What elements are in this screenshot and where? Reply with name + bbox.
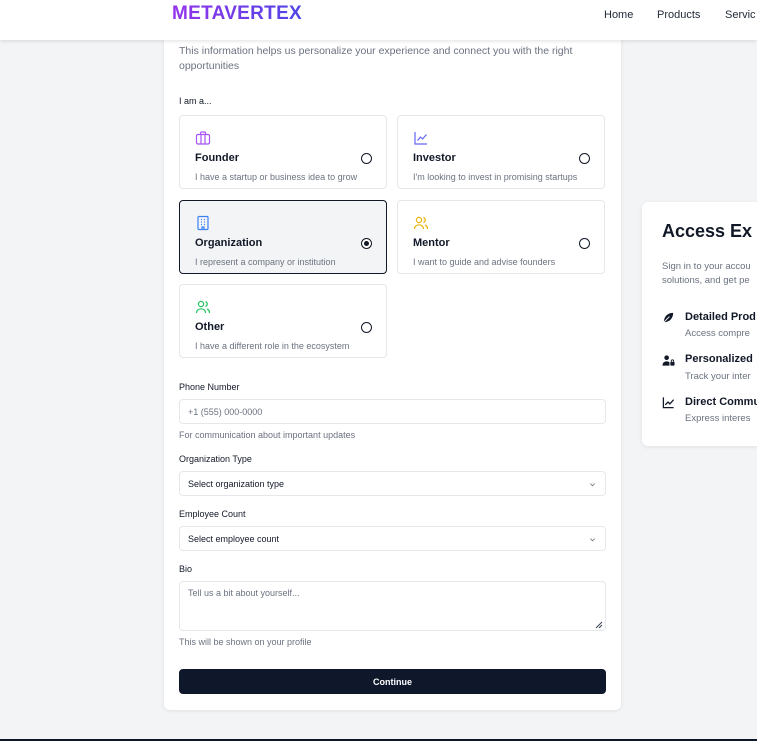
role-description: I represent a company or institution [195, 257, 336, 267]
role-card-other[interactable]: Other I have a different role in the eco… [179, 284, 387, 358]
role-description: I have a startup or business idea to gro… [195, 172, 358, 182]
employee-count-select[interactable]: Select employee count [179, 526, 606, 551]
role-description: I'm looking to invest in promising start… [413, 172, 578, 182]
phone-input[interactable] [179, 399, 606, 424]
top-navbar: METAVERTEX Home Products Servic [0, 0, 757, 40]
role-card-organization[interactable]: Organization I represent a company or in… [179, 200, 387, 274]
resize-handle-icon[interactable] [594, 620, 603, 629]
feature-description: Access compre [685, 328, 750, 339]
role-radio-founder[interactable] [361, 153, 372, 164]
chart-line-icon [414, 132, 427, 145]
role-radio-other[interactable] [361, 322, 372, 333]
org-type-value: Select organization type [188, 479, 285, 489]
building-icon [197, 215, 209, 231]
side-panel-title: Access Ex [662, 221, 753, 241]
employee-count-value: Select employee count [188, 534, 280, 544]
bio-hint: This will be shown on your profile [179, 637, 312, 647]
role-radio-mentor[interactable] [579, 238, 590, 249]
role-card-mentor[interactable]: Mentor I want to guide and advise founde… [397, 200, 605, 274]
access-side-panel: Access Ex Sign in to your accou solution… [642, 202, 757, 446]
role-title: Founder [195, 152, 239, 164]
role-radio-investor[interactable] [579, 153, 590, 164]
chevron-down-icon [590, 483, 595, 487]
org-type-select[interactable]: Select organization type [179, 471, 606, 496]
nav-link-products[interactable]: Products [657, 9, 700, 21]
role-description: I have a different role in the ecosystem [195, 341, 350, 351]
trend-chart-icon [662, 397, 675, 409]
side-panel-text: Sign in to your accou solutions, and get… [662, 261, 751, 286]
leaf-icon [663, 312, 674, 323]
continue-button[interactable]: Continue [179, 669, 606, 694]
role-title: Mentor [413, 237, 450, 249]
user-lock-icon [662, 355, 675, 366]
nav-link-services[interactable]: Servic [725, 9, 756, 21]
phone-label: Phone Number [179, 382, 240, 392]
role-title: Other [195, 321, 225, 333]
bio-textarea[interactable] [179, 581, 606, 631]
phone-hint: For communication about important update… [179, 430, 356, 440]
employee-count-label: Employee Count [179, 509, 246, 519]
users-icon [195, 300, 211, 314]
briefcase-icon [195, 131, 211, 145]
role-title: Investor [413, 152, 456, 164]
role-card-founder[interactable]: Founder I have a startup or business ide… [179, 115, 387, 189]
role-radio-organization[interactable] [361, 238, 372, 249]
chevron-down-icon [590, 538, 595, 542]
logo[interactable]: METAVERTEX [172, 3, 302, 25]
role-prompt: I am a... [179, 96, 212, 106]
feature-description: Express interes [685, 413, 751, 424]
form-intro-text: This information helps us personalize yo… [179, 45, 573, 72]
feature-title: Personalized [685, 353, 753, 365]
users-icon [413, 216, 429, 230]
org-type-label: Organization Type [179, 454, 252, 464]
bio-label: Bio [179, 564, 193, 574]
feature-title: Direct Commu [685, 396, 757, 408]
feature-description: Track your inter [685, 371, 751, 382]
role-title: Organization [195, 237, 263, 249]
nav-link-home[interactable]: Home [604, 9, 633, 21]
role-description: I want to guide and advise founders [413, 257, 556, 267]
feature-title: Detailed Prod [685, 311, 756, 323]
role-card-investor[interactable]: Investor I'm looking to invest in promis… [397, 115, 605, 189]
